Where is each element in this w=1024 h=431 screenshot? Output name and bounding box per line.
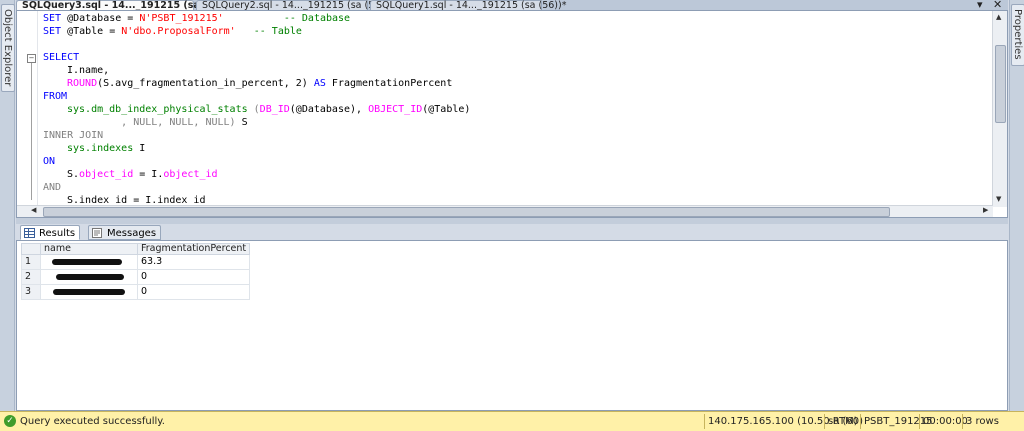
code-line: ROUND(S.avg_fragmentation_in_percent, 2)… xyxy=(67,78,453,89)
scroll-thumb[interactable] xyxy=(995,45,1006,123)
success-check-icon: ✓ xyxy=(4,415,16,427)
name-cell-redacted[interactable] xyxy=(40,284,138,300)
table-row[interactable]: 1 63.3 xyxy=(21,254,251,270)
code-line: SET @Table = N'dbo.ProposalForm' -- Tabl… xyxy=(43,26,302,37)
corner-header[interactable] xyxy=(21,243,41,255)
status-bar: ✓ Query executed successfully. 140.175.1… xyxy=(0,411,1024,431)
fragmentation-cell[interactable]: 63.3 xyxy=(136,254,251,270)
fragmentation-cell[interactable]: 0 xyxy=(136,284,251,300)
code-line: S.object_id = I.object_id xyxy=(67,169,218,180)
code-line: AND xyxy=(43,182,62,193)
redaction-mark xyxy=(52,259,122,265)
column-header-name[interactable]: name xyxy=(40,243,138,255)
row-number[interactable]: 1 xyxy=(21,254,41,270)
redaction-mark xyxy=(56,274,124,280)
grid-icon xyxy=(24,228,35,238)
editor-vertical-scrollbar[interactable]: ▲ ▼ xyxy=(992,11,1007,207)
name-cell-redacted[interactable] xyxy=(40,254,138,270)
messages-icon xyxy=(92,228,102,238)
fragmentation-cell[interactable]: 0 xyxy=(136,269,251,285)
code-line: SET @Database = N'PSBT_191215' -- Databa… xyxy=(43,13,351,24)
editor-horizontal-scrollbar[interactable]: ◀ ▶ xyxy=(17,205,993,217)
name-cell-redacted[interactable] xyxy=(40,269,138,285)
table-row[interactable]: 3 0 xyxy=(21,284,251,300)
tab-label: Messages xyxy=(107,228,157,239)
row-number[interactable]: 2 xyxy=(21,269,41,285)
scroll-up-icon[interactable]: ▲ xyxy=(996,13,1001,21)
status-row-count: 3 rows xyxy=(962,414,1002,429)
outline-line xyxy=(31,60,32,200)
tab-messages[interactable]: Messages xyxy=(88,225,162,240)
code-line: sys.dm_db_index_physical_stats (DB_ID(@D… xyxy=(67,104,471,115)
results-table[interactable]: name FragmentationPercent 1 63.3 2 0 3 0 xyxy=(21,243,251,300)
collapse-block-icon[interactable]: − xyxy=(27,54,36,63)
results-tab-strip: Results Messages xyxy=(16,224,1008,241)
object-explorer-tab[interactable]: Object Explorer xyxy=(1,4,15,92)
editor-margin xyxy=(17,11,38,207)
object-explorer-dock: Object Explorer xyxy=(0,0,15,411)
code-line: sys.indexes I xyxy=(67,143,146,154)
code-line: SELECT xyxy=(43,52,80,63)
properties-dock: Properties xyxy=(1009,0,1024,411)
tab-label: Results xyxy=(39,228,76,239)
table-row[interactable]: 2 0 xyxy=(21,269,251,285)
object-explorer-label: Object Explorer xyxy=(2,9,13,87)
code-line: ON xyxy=(43,156,56,167)
redaction-mark xyxy=(53,289,125,295)
query-editor[interactable]: − SET @Database = N'PSBT_191215' -- Data… xyxy=(16,10,1008,218)
code-line: , NULL, NULL, NULL) S xyxy=(67,117,248,128)
scroll-right-icon[interactable]: ▶ xyxy=(983,206,988,214)
code-line: FROM xyxy=(43,91,68,102)
table-header-row: name FragmentationPercent xyxy=(21,243,251,255)
properties-tab[interactable]: Properties xyxy=(1011,4,1024,66)
code-line: I.name, xyxy=(67,65,110,76)
scroll-thumb[interactable] xyxy=(43,207,890,217)
results-grid-pane: name FragmentationPercent 1 63.3 2 0 3 0 xyxy=(16,240,1008,411)
tab-results[interactable]: Results xyxy=(20,225,81,240)
properties-label: Properties xyxy=(1012,9,1023,60)
tab-sqlquery3[interactable]: SQLQuery3.sql - 14..._191215 (sa (60))* xyxy=(16,0,234,11)
code-line: INNER JOIN xyxy=(43,130,104,141)
scroll-down-icon[interactable]: ▼ xyxy=(996,195,1001,203)
scroll-left-icon[interactable]: ◀ xyxy=(31,206,36,214)
status-message: Query executed successfully. xyxy=(20,416,165,427)
tab-sqlquery1[interactable]: SQLQuery1.sql - 14..._191215 (sa (56))* xyxy=(370,0,566,11)
row-number[interactable]: 3 xyxy=(21,284,41,300)
tab-sqlquery2[interactable]: SQLQuery2.sql - 14..._191215 (sa (58))* xyxy=(196,0,392,11)
column-header-fragmentation[interactable]: FragmentationPercent xyxy=(136,243,251,255)
